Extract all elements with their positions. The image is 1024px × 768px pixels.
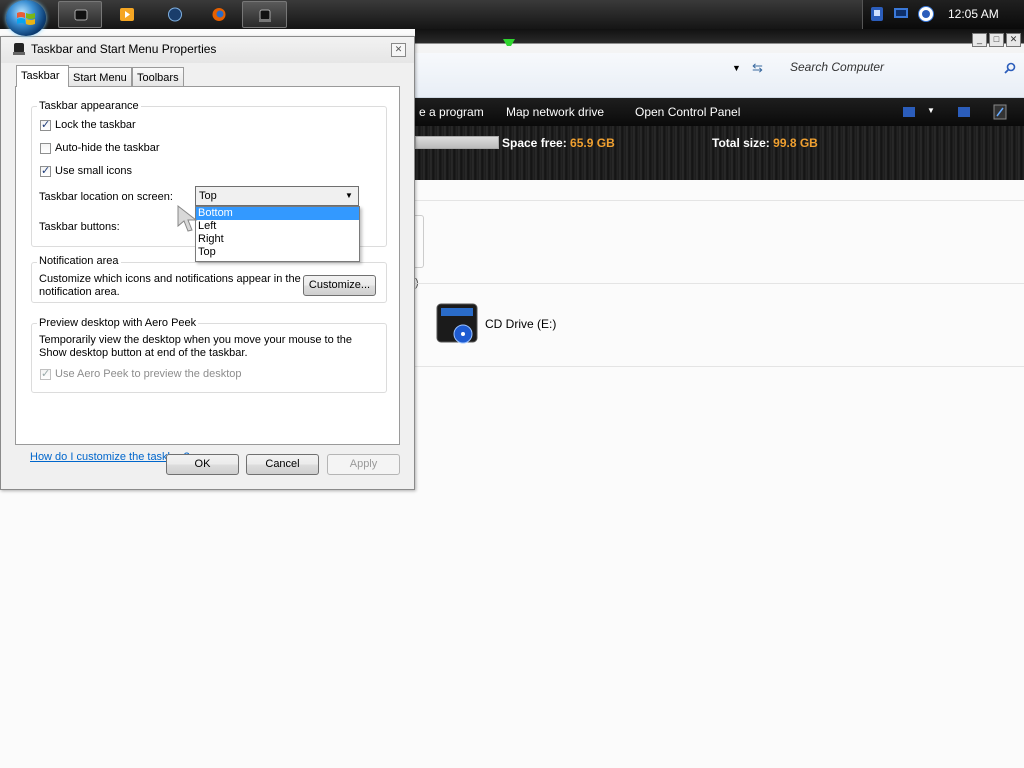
close-button[interactable]: ✕: [1006, 33, 1021, 47]
location-label: Taskbar location on screen:: [39, 191, 173, 203]
clock[interactable]: 12:05 AM: [948, 7, 999, 21]
taskbar-button-properties-window[interactable]: [242, 1, 287, 28]
taskbar-properties-dialog: Taskbar and Start Menu Properties ✕ Task…: [0, 36, 415, 490]
total-size: Total size: 99.8 GB: [712, 136, 818, 150]
taskbar-location-value: Top: [199, 190, 217, 202]
taskbar-properties-icon: [74, 9, 88, 21]
appearance-group-title: Taskbar appearance: [37, 100, 141, 112]
explorer-title-area: [415, 29, 1024, 53]
chevron-down-icon[interactable]: ▼: [342, 188, 356, 204]
search-box[interactable]: Search Computer: [780, 56, 1024, 80]
address-dropdown-icon[interactable]: ▼: [732, 63, 741, 73]
taskbar-properties-icon: [13, 43, 25, 55]
explorer-command-bar: e a program Map network drive Open Contr…: [415, 98, 1024, 126]
total-size-value: 99.8 GB: [773, 136, 818, 150]
cancel-button[interactable]: Cancel: [246, 454, 319, 475]
taskbar-button-globe[interactable]: [158, 1, 192, 28]
drive-usage-bar: [415, 136, 499, 149]
customize-button[interactable]: Customize...: [303, 275, 376, 296]
notification-tray: [862, 0, 1024, 29]
notification-description-2: notification area.: [39, 286, 120, 298]
lock-taskbar-label[interactable]: Lock the taskbar: [55, 119, 136, 131]
windows-logo-icon: [17, 12, 35, 25]
taskbar: 12:05 AM: [0, 0, 1024, 36]
divider: [415, 366, 1024, 367]
small-icons-checkbox[interactable]: ✓: [40, 166, 51, 177]
auto-hide-label[interactable]: Auto-hide the taskbar: [55, 142, 160, 154]
uninstall-program-button[interactable]: e a program: [419, 105, 484, 119]
aero-peek-checkbox: ✓: [40, 368, 51, 380]
app-globe-icon: [168, 7, 182, 22]
monitor-icon[interactable]: [893, 6, 909, 22]
cd-drive-icon[interactable]: [433, 300, 481, 348]
taskbar-location-select[interactable]: Top ▼: [195, 186, 359, 206]
search-input[interactable]: Search Computer: [790, 60, 884, 74]
taskbar-button-media[interactable]: [110, 1, 144, 28]
close-button[interactable]: ✕: [391, 43, 406, 57]
media-player-icon: [120, 8, 134, 21]
dropdown-option-top[interactable]: Top: [196, 246, 359, 259]
map-network-drive-button[interactable]: Map network drive: [506, 105, 604, 119]
mouse-cursor-icon: [177, 204, 198, 232]
preview-pane-icon[interactable]: [957, 106, 971, 118]
space-free-value: 65.9 GB: [570, 136, 615, 150]
drive-tile-edge: [415, 215, 424, 268]
dropdown-option-right[interactable]: Right: [196, 233, 359, 246]
ok-button[interactable]: OK: [166, 454, 239, 475]
space-free-label: Space free:: [502, 136, 567, 150]
dropdown-option-bottom[interactable]: Bottom: [196, 207, 359, 220]
aero-peek-group-title: Preview desktop with Aero Peek: [37, 317, 199, 329]
taskbar-location-dropdown[interactable]: Bottom Left Right Top: [195, 206, 360, 262]
minimize-button[interactable]: _: [972, 33, 987, 47]
tab-toolbars[interactable]: Toolbars: [132, 67, 184, 86]
search-icon[interactable]: [1004, 62, 1016, 74]
dialog-title: Taskbar and Start Menu Properties: [31, 42, 217, 56]
auto-hide-checkbox[interactable]: [40, 143, 51, 154]
globe-icon[interactable]: [917, 5, 935, 23]
refresh-icon[interactable]: ⇆: [752, 60, 763, 76]
notification-description-1: Customize which icons and notifications …: [39, 273, 301, 285]
explorer-window-controls: _ □ ✕: [972, 33, 1024, 47]
start-button[interactable]: [6, 0, 46, 36]
divider: [415, 283, 1024, 284]
open-control-panel-button[interactable]: Open Control Panel: [635, 105, 740, 119]
network-icon[interactable]: [869, 6, 885, 22]
view-dropdown-icon[interactable]: ▼: [927, 106, 935, 115]
aero-peek-description-2: Show desktop button at end of the taskba…: [39, 347, 248, 359]
divider: [415, 200, 1024, 201]
explorer-badge-icon: [503, 39, 515, 46]
space-free: Space free: 65.9 GB: [502, 136, 615, 150]
help-icon[interactable]: [993, 104, 1007, 120]
lock-taskbar-checkbox[interactable]: ✓: [40, 120, 51, 131]
aero-peek-label: Use Aero Peek to preview the desktop: [55, 368, 242, 380]
apply-button: Apply: [327, 454, 400, 475]
firefox-icon: [212, 8, 226, 21]
taskbar-buttons-label: Taskbar buttons:: [39, 221, 120, 233]
taskbar-properties-window-icon: [259, 9, 271, 22]
view-options-icon[interactable]: [902, 106, 916, 118]
dialog-titlebar[interactable]: Taskbar and Start Menu Properties ✕: [1, 37, 414, 63]
total-size-label: Total size:: [712, 136, 770, 150]
explorer-details-pane: Space free: 65.9 GB Total size: 99.8 GB: [415, 126, 1024, 180]
tab-taskbar[interactable]: Taskbar: [16, 65, 69, 87]
small-icons-label[interactable]: Use small icons: [55, 165, 132, 177]
dropdown-option-left[interactable]: Left: [196, 220, 359, 233]
restore-button[interactable]: □: [989, 33, 1004, 47]
notification-group-title: Notification area: [37, 255, 121, 267]
taskbar-button-properties[interactable]: [58, 1, 102, 28]
cd-drive-label[interactable]: CD Drive (E:): [485, 317, 556, 331]
tab-start-menu[interactable]: Start Menu: [68, 67, 132, 86]
aero-peek-description-1: Temporarily view the desktop when you mo…: [39, 334, 353, 346]
taskbar-button-firefox[interactable]: [202, 1, 236, 28]
